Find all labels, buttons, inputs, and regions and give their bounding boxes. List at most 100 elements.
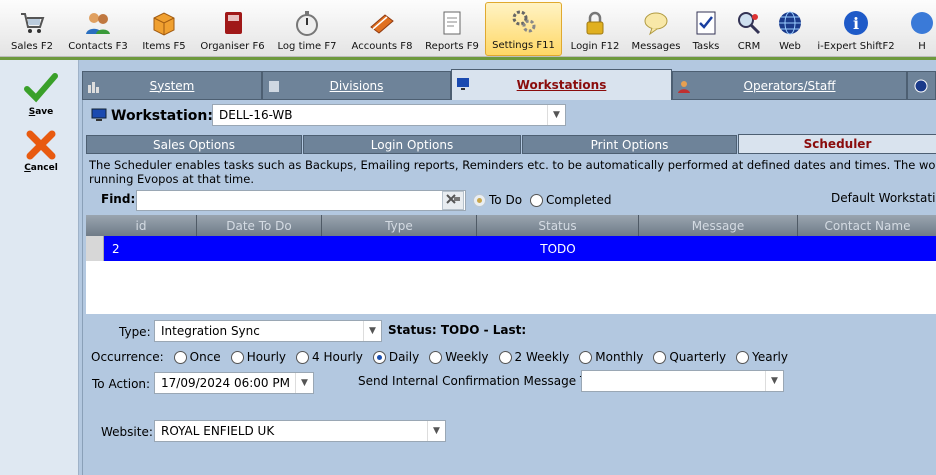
workstation-select[interactable]: DELL-16-WB ▼	[212, 104, 566, 126]
radio-monthly[interactable]: Monthly	[579, 350, 643, 364]
tasks-label: Tasks	[692, 41, 720, 52]
organiser-book-icon	[218, 8, 248, 38]
subtab-sales-options[interactable]: Sales Options	[86, 135, 302, 154]
accounts-button[interactable]: Accounts F8	[345, 2, 419, 56]
ledger-book-icon	[367, 8, 397, 38]
scheduler-grid[interactable]: id Date To Do Type Status Message Contac…	[86, 215, 936, 314]
items-button[interactable]: Items F5	[132, 2, 196, 56]
search-clear-icon	[445, 192, 461, 209]
chevron-down-icon: ▼	[295, 373, 313, 393]
sales-button[interactable]: Sales F2	[0, 2, 64, 56]
contacts-button[interactable]: Contacts F3	[64, 2, 132, 56]
cell-date	[197, 236, 322, 261]
radio-quarterly[interactable]: Quarterly	[653, 350, 726, 364]
workstation-panel: Workstation: DELL-16-WB ▼ Sales Options …	[82, 100, 936, 475]
col-message[interactable]: Message	[639, 215, 798, 236]
tasks-button[interactable]: Tasks	[684, 2, 728, 56]
i-expert-button[interactable]: i i-Expert ShiftF2	[810, 2, 902, 56]
subtab-print-label: Print Options	[590, 137, 669, 152]
cell-status: TODO	[540, 241, 576, 256]
messages-label: Messages	[631, 41, 681, 52]
help-button[interactable]: H	[902, 2, 936, 56]
web-label: Web	[779, 41, 801, 52]
tab-operators-staff[interactable]: Operators/Staff	[672, 71, 907, 100]
occurrence-label: Occurrence:	[91, 350, 164, 364]
type-select[interactable]: Integration Sync ▼	[154, 320, 382, 342]
radio-once[interactable]: Once	[173, 350, 221, 364]
radio-once-label: Once	[189, 350, 221, 364]
stopwatch-icon	[292, 8, 322, 38]
col-date-to-do[interactable]: Date To Do	[197, 215, 322, 236]
reports-button[interactable]: Reports F9	[419, 2, 485, 56]
find-label: Find:	[101, 192, 136, 206]
padlock-icon	[580, 8, 610, 38]
crm-button[interactable]: CRM	[728, 2, 770, 56]
to-action-datetime[interactable]: 17/09/2024 06:00 PM ▼	[154, 372, 314, 394]
bar-chart-icon	[87, 79, 101, 93]
col-status[interactable]: Status	[477, 215, 639, 236]
left-action-bar: Save Cancel	[0, 60, 79, 475]
login-label: Login F12	[570, 41, 620, 52]
website-select[interactable]: ROYAL ENFIELD UK ▼	[154, 420, 446, 442]
cancel-button[interactable]: Cancel	[18, 130, 64, 173]
organiser-button[interactable]: Organiser F6	[196, 2, 269, 56]
radio-todo[interactable]: To Do	[473, 193, 522, 207]
radio-todo-dot	[473, 193, 486, 207]
save-button[interactable]: Save	[18, 72, 64, 117]
help-icon	[907, 8, 936, 38]
tab-divisions[interactable]: Divisions	[262, 71, 451, 100]
radio-completed[interactable]: Completed	[530, 193, 611, 207]
toolbar-separator	[0, 57, 936, 60]
subtab-scheduler[interactable]: Scheduler	[738, 134, 936, 154]
col-id[interactable]: id	[86, 215, 197, 236]
subtab-login-label: Login Options	[370, 137, 454, 152]
radio-4-hourly[interactable]: 4 Hourly	[296, 350, 363, 364]
tab-more[interactable]	[907, 71, 936, 100]
web-button[interactable]: Web	[770, 2, 810, 56]
crm-label: CRM	[737, 41, 761, 52]
chevron-down-icon: ▼	[547, 105, 565, 125]
occurrence-row: Occurrence: Once Hourly 4 Hourly Daily W…	[91, 350, 788, 364]
chevron-down-icon: ▼	[765, 371, 783, 391]
cell-type	[322, 236, 477, 261]
find-input[interactable]	[136, 190, 466, 211]
settings-button[interactable]: Settings F11	[485, 2, 562, 56]
radio-4-hourly-dot	[296, 350, 310, 364]
radio-daily-dot	[372, 350, 386, 364]
radio-4-hourly-label: 4 Hourly	[312, 350, 363, 364]
col-type[interactable]: Type	[322, 215, 477, 236]
radio-monthly-dot	[579, 350, 593, 364]
tab-system-label: System	[149, 78, 195, 93]
help-label: H	[918, 41, 926, 52]
radio-daily[interactable]: Daily	[372, 350, 419, 364]
cell-id: 2	[112, 241, 120, 256]
checkmark-icon	[24, 72, 58, 107]
table-row[interactable]: 2 TODO	[86, 236, 936, 261]
login-button[interactable]: Login F12	[562, 2, 628, 56]
subtab-login-options[interactable]: Login Options	[303, 135, 521, 154]
checklist-icon	[691, 8, 721, 38]
find-clear-button[interactable]	[442, 191, 464, 210]
radio-hourly[interactable]: Hourly	[230, 350, 286, 364]
accounts-label: Accounts F8	[351, 41, 413, 52]
radio-weekly[interactable]: Weekly	[429, 350, 489, 364]
send-confirmation-select[interactable]: ▼	[581, 370, 784, 392]
cell-contact	[798, 236, 936, 261]
type-value: Integration Sync	[161, 324, 260, 338]
subtab-print-options[interactable]: Print Options	[522, 135, 737, 154]
subtab-sales-label: Sales Options	[152, 137, 236, 152]
tab-system[interactable]: System	[82, 71, 262, 100]
messages-button[interactable]: Messages	[628, 2, 684, 56]
division-icon	[267, 79, 281, 93]
radio-completed-label: Completed	[546, 193, 612, 207]
row-selector[interactable]	[86, 236, 104, 261]
col-contact-name[interactable]: Contact Name	[798, 215, 936, 236]
log-time-button[interactable]: Log time F7	[269, 2, 345, 56]
radio-2-weekly[interactable]: 2 Weekly	[498, 350, 569, 364]
radio-yearly-dot	[736, 350, 750, 364]
tab-workstations[interactable]: Workstations	[451, 69, 672, 100]
radio-yearly[interactable]: Yearly	[736, 350, 788, 364]
radio-2-weekly-dot	[498, 350, 512, 364]
magnifier-person-icon	[734, 8, 764, 38]
settings-tabs: System Divisions Workstations Operators/…	[82, 69, 936, 100]
